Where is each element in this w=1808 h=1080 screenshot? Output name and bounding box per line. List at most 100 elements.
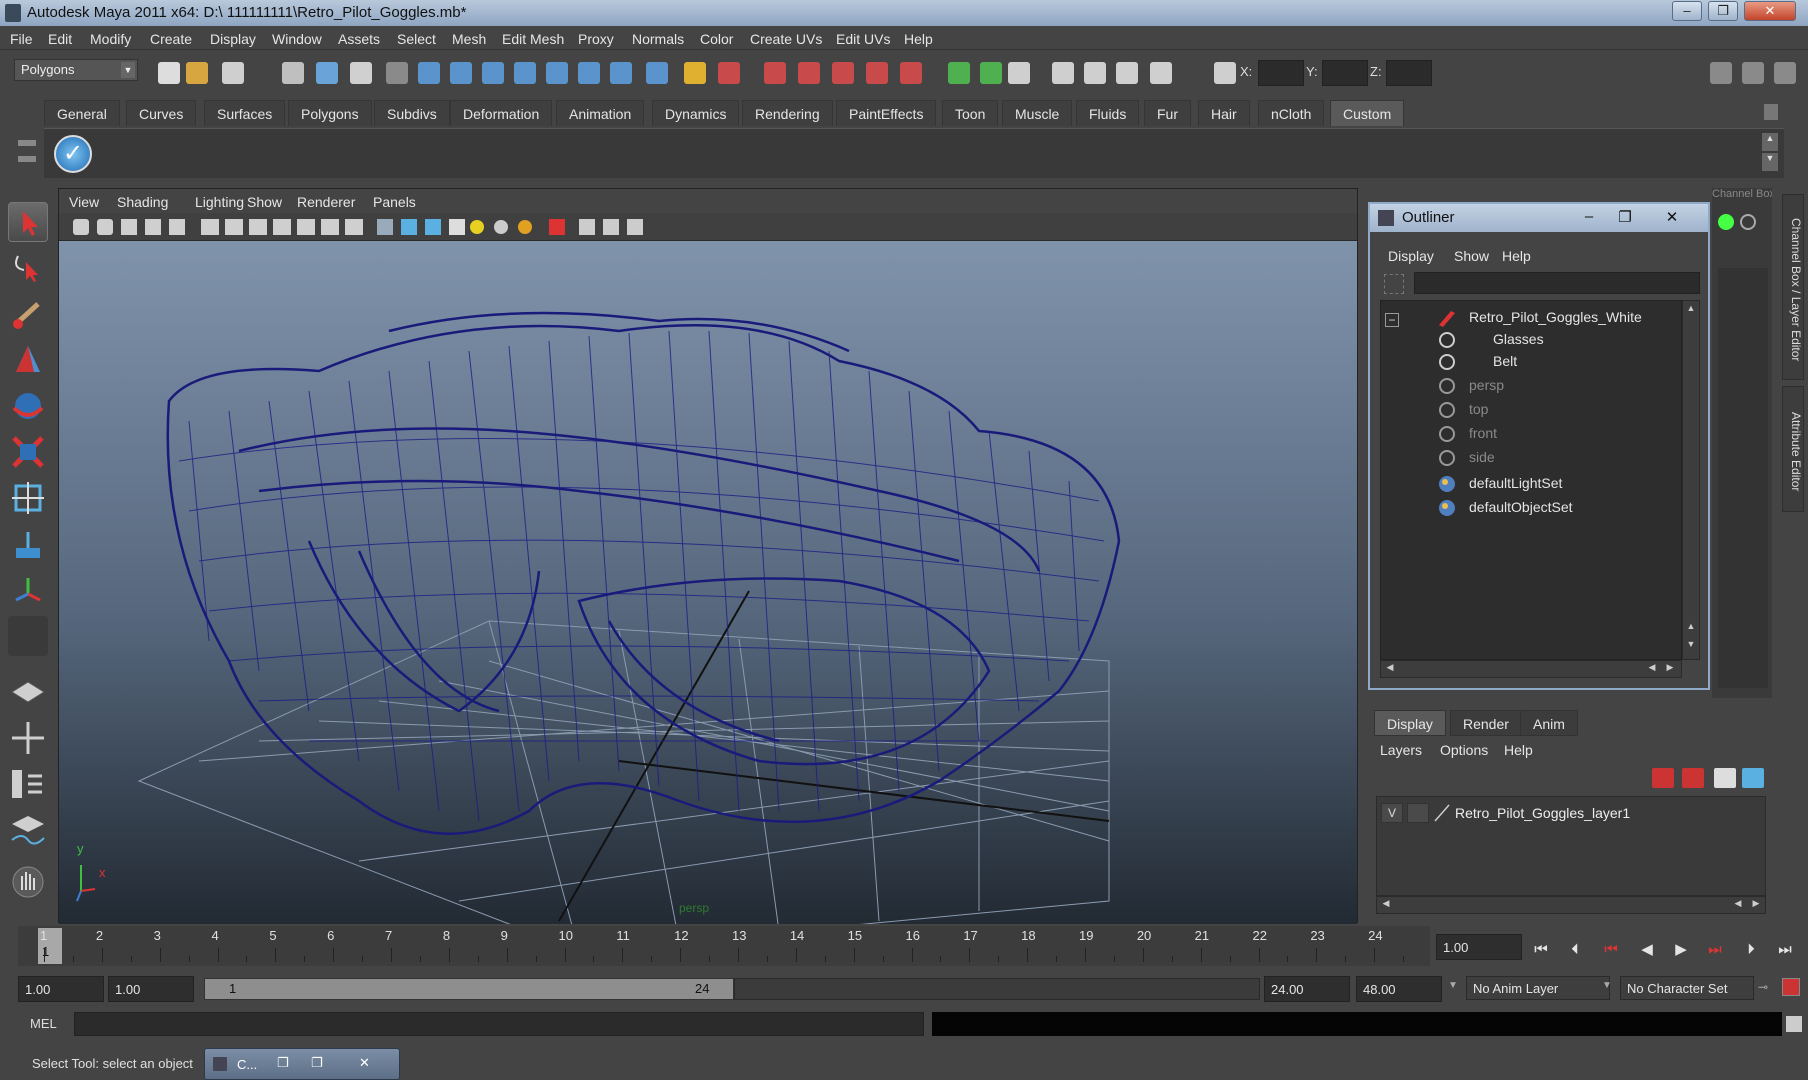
- viewport-canvas[interactable]: y x persp: [59, 241, 1357, 924]
- help-icon[interactable]: [646, 62, 668, 84]
- scroll-left-icon[interactable]: ◀: [1731, 898, 1745, 912]
- render-settings-icon[interactable]: [832, 62, 854, 84]
- scroll-right-icon[interactable]: ▶: [1749, 898, 1763, 912]
- relative-transform-icon[interactable]: [1084, 62, 1106, 84]
- filter-icon[interactable]: [386, 62, 408, 84]
- sidebar-toggle-icon[interactable]: [1008, 62, 1030, 84]
- filter-toggle-icon[interactable]: [1384, 274, 1404, 294]
- script-editor-icon[interactable]: [1786, 1016, 1802, 1032]
- graph-layout-icon[interactable]: [8, 810, 48, 850]
- outliner-item-glasses[interactable]: Glasses: [1493, 331, 1544, 347]
- shelf-scroll-down-icon[interactable]: ▼: [1762, 153, 1778, 171]
- shelf-scroll-up-icon[interactable]: ▲: [1762, 133, 1778, 151]
- playback-end-field[interactable]: 24.00: [1264, 976, 1350, 1002]
- quick-selection-icon[interactable]: [1150, 62, 1172, 84]
- anim-layer-dropdown[interactable]: No Anim Layer: [1466, 976, 1610, 1000]
- paint-select-tool-icon[interactable]: [8, 294, 48, 334]
- checkmark-icon[interactable]: ✓: [54, 135, 92, 173]
- minimize-button[interactable]: –: [1672, 1, 1702, 21]
- outliner-item-belt[interactable]: Belt: [1493, 353, 1517, 369]
- shelf-tab-ncloth[interactable]: nCloth: [1258, 100, 1325, 126]
- layer-tab-display[interactable]: Display: [1374, 710, 1446, 736]
- menu-mesh[interactable]: Mesh: [452, 31, 486, 47]
- end-time-field[interactable]: 48.00: [1356, 976, 1442, 1002]
- scroll-up-icon[interactable]: ▲: [1685, 303, 1697, 317]
- menu-edit-mesh[interactable]: Edit Mesh: [502, 31, 564, 47]
- absolute-transform-icon[interactable]: [1052, 62, 1074, 84]
- shelf-tab-menu-icon[interactable]: [18, 156, 36, 168]
- outliner-item-retro-pilot-goggles-white[interactable]: Retro_Pilot_Goggles_White: [1469, 309, 1642, 325]
- scroll-left-icon[interactable]: ◀: [1645, 662, 1659, 676]
- shelf-tab-general[interactable]: General: [44, 100, 120, 126]
- outliner-menu-help[interactable]: Help: [1502, 248, 1531, 264]
- shelf-tab-painteffects[interactable]: PaintEffects: [836, 100, 937, 126]
- layer-color-icon[interactable]: [1433, 803, 1451, 823]
- layer-display-type-toggle[interactable]: [1407, 803, 1429, 823]
- playback-range-bar[interactable]: 1 24: [204, 978, 734, 1000]
- shelf-tab-hair[interactable]: Hair: [1198, 100, 1250, 126]
- shelf-tab-rendering[interactable]: Rendering: [742, 100, 833, 126]
- vp-menu-renderer[interactable]: Renderer: [297, 194, 355, 210]
- menu-edit-uvs[interactable]: Edit UVs: [836, 31, 890, 47]
- mini-window-close-button[interactable]: ✕: [359, 1055, 370, 1071]
- play-backwards-icon[interactable]: ◀: [1634, 938, 1660, 962]
- snap-surface-icon[interactable]: [546, 62, 568, 84]
- perspective-viewport[interactable]: View Shading Lighting Show Renderer Pane…: [58, 188, 1358, 924]
- show-manipulator-icon[interactable]: [8, 570, 48, 610]
- shelf-tab-curves[interactable]: Curves: [126, 100, 197, 126]
- close-button[interactable]: ✕: [1744, 1, 1796, 21]
- input-ops-icon[interactable]: [948, 62, 970, 84]
- character-set-dropdown[interactable]: No Character Set: [1620, 976, 1754, 1000]
- hypershade-icon[interactable]: [866, 62, 888, 84]
- output-ops-icon[interactable]: [980, 62, 1002, 84]
- snap-grid-icon[interactable]: [418, 62, 440, 84]
- layer-menu-help[interactable]: Help: [1504, 742, 1533, 758]
- vp-menu-view[interactable]: View: [69, 194, 99, 210]
- menu-create-uvs[interactable]: Create UVs: [750, 31, 822, 47]
- command-input-field[interactable]: [74, 1012, 924, 1036]
- z-coord-field[interactable]: [1386, 60, 1432, 86]
- snap-live-icon[interactable]: [578, 62, 600, 84]
- shelf-tab-custom[interactable]: Custom: [1330, 100, 1405, 126]
- universal-manipulator-icon[interactable]: [8, 478, 48, 518]
- minimized-window[interactable]: C... ❐ ❐ ✕: [204, 1048, 400, 1080]
- play-forwards-icon[interactable]: ▶: [1668, 938, 1694, 962]
- snap-curve-icon[interactable]: [450, 62, 472, 84]
- menu-help[interactable]: Help: [904, 31, 933, 47]
- shelf-tab-deformation[interactable]: Deformation: [450, 100, 553, 126]
- scale-tool-icon[interactable]: [8, 432, 48, 472]
- outliner-item-persp[interactable]: persp: [1469, 377, 1504, 393]
- select-component-icon[interactable]: [350, 62, 372, 84]
- layer-tab-anim[interactable]: Anim: [1520, 710, 1578, 736]
- select-tool-icon[interactable]: [8, 202, 48, 242]
- step-forward-frame-icon[interactable]: ⏵: [1738, 938, 1764, 962]
- outliner-item-defaultobjectset[interactable]: defaultObjectSet: [1469, 499, 1573, 515]
- outliner-maximize-button[interactable]: ❐: [1610, 208, 1640, 228]
- start-time-field[interactable]: 1.00: [18, 976, 104, 1002]
- layer-menu-layers[interactable]: Layers: [1380, 742, 1422, 758]
- outliner-item-front[interactable]: front: [1469, 425, 1497, 441]
- move-tool-icon[interactable]: [8, 340, 48, 380]
- render-view-icon[interactable]: [900, 62, 922, 84]
- toggle-channel-box-icon[interactable]: [1774, 62, 1796, 84]
- shelf-tab-toon[interactable]: Toon: [942, 100, 999, 126]
- lasso-tool-icon[interactable]: [8, 248, 48, 288]
- new-layer-icon[interactable]: [1652, 768, 1674, 788]
- vp-menu-shading[interactable]: Shading: [117, 194, 168, 210]
- attribute-editor-side-tab[interactable]: Attribute Editor: [1782, 386, 1804, 512]
- move-down-layer-icon[interactable]: [1742, 768, 1764, 788]
- restore-button[interactable]: ❐: [1708, 1, 1738, 21]
- y-coord-field[interactable]: [1322, 60, 1368, 86]
- step-forward-key-icon[interactable]: ⏭: [1702, 938, 1728, 962]
- open-scene-icon[interactable]: [186, 62, 208, 84]
- move-up-layer-icon[interactable]: [1714, 768, 1736, 788]
- shelf-tab-muscle[interactable]: Muscle: [1002, 100, 1073, 126]
- shelf-tab-fur[interactable]: Fur: [1144, 100, 1191, 126]
- key-icon[interactable]: ⊸: [1758, 980, 1778, 996]
- layer-menu-options[interactable]: Options: [1440, 742, 1488, 758]
- scroll-left-icon[interactable]: ◀: [1379, 898, 1393, 912]
- menu-set-dropdown[interactable]: Polygons ▼: [14, 59, 138, 81]
- outliner-minimize-button[interactable]: –: [1574, 208, 1604, 228]
- menu-color[interactable]: Color: [700, 31, 733, 47]
- vp-menu-panels[interactable]: Panels: [373, 194, 416, 210]
